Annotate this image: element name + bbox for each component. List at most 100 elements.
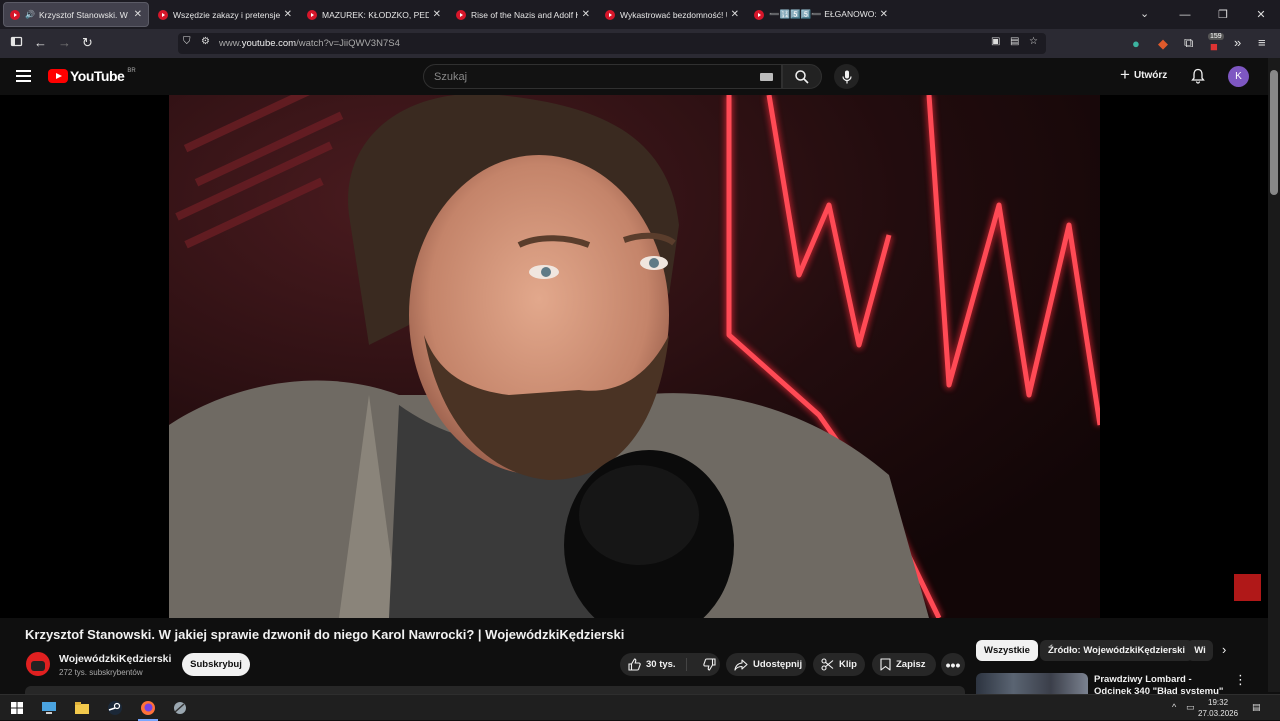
like-button[interactable]: 30 tys.	[620, 653, 720, 676]
app-icon[interactable]	[172, 700, 188, 716]
extension-icon[interactable]: ◆	[1158, 36, 1168, 52]
keyboard-icon[interactable]	[760, 73, 773, 81]
picture-in-picture-icon[interactable]: ▣	[991, 36, 1000, 47]
channel-name[interactable]: WojewódzkiKędzierski	[59, 653, 171, 665]
firefox-icon[interactable]	[140, 700, 156, 716]
search-icon	[795, 69, 809, 84]
logo-text: YouTube	[70, 68, 125, 84]
create-button[interactable]: + Utwórz	[1120, 65, 1168, 84]
minimize-icon[interactable]: —	[1166, 9, 1204, 21]
subscriber-count: 272 tys. subskrybentów	[59, 668, 143, 677]
tab-title: MAZUREK: KŁODZKO, PEDOFILIA	[322, 9, 429, 20]
subscribe-button[interactable]: Subskrybuj	[182, 653, 250, 676]
tab-title: Wykastrować bezdomność! Ustawa	[620, 9, 727, 20]
youtube-favicon-icon	[754, 9, 764, 20]
tab-title: Krzysztof Stanowski. W jakiej sprawie dz…	[38, 9, 130, 20]
plus-icon: +	[1120, 65, 1130, 84]
share-arrow-icon	[734, 658, 748, 671]
scissors-icon	[821, 658, 834, 671]
audio-playing-icon[interactable]: 🔊	[25, 10, 35, 19]
youtube-logo[interactable]: YouTube BR	[48, 68, 136, 84]
address-bar[interactable]: ⛉ ⚙ www.youtube.com/watch?v=JiiQWV3N7S4 …	[178, 33, 1046, 54]
computer-icon[interactable]	[41, 700, 57, 716]
notification-center-icon[interactable]: ▤	[1252, 702, 1261, 713]
more-actions-button[interactable]: •••	[941, 653, 965, 676]
notifications-bell-icon[interactable]	[1191, 68, 1205, 89]
reload-icon[interactable]: ↻	[82, 35, 93, 51]
save-button[interactable]: Zapisz	[872, 653, 936, 676]
channel-watermark[interactable]	[1234, 574, 1261, 601]
windows-start-icon[interactable]	[9, 700, 25, 716]
tab-title: ➖🔢5️⃣5️⃣➖ EŁGANOWO: D	[769, 9, 876, 19]
close-tab-icon[interactable]: ✕	[880, 9, 888, 20]
account-avatar[interactable]: K	[1228, 66, 1249, 87]
more-dots-icon: •••	[945, 656, 961, 673]
scrollbar-thumb[interactable]	[1270, 70, 1278, 195]
extensions-puzzle-icon[interactable]: ⧉	[1184, 35, 1193, 51]
steam-icon[interactable]	[107, 700, 123, 716]
browser-tab[interactable]: Wszędzie zakazy i pretensje! Ludzie ✕	[152, 2, 298, 27]
recommendation-title[interactable]: Prawdziwy Lombard - Odcinek 340 "Błąd sy…	[1094, 674, 1224, 694]
browser-tab[interactable]: 🔊 Krzysztof Stanowski. W jakiej sprawie …	[3, 2, 149, 27]
url-text[interactable]: www.youtube.com/watch?v=JiiQWV3N7S4	[219, 38, 400, 49]
forward-arrow-icon[interactable]: →	[58, 35, 71, 51]
youtube-favicon-icon	[307, 9, 317, 20]
permissions-icon[interactable]: ⚙	[201, 36, 210, 47]
file-explorer-icon[interactable]	[74, 700, 90, 716]
youtube-favicon-icon	[605, 9, 615, 20]
chips-next-chevron-icon[interactable]: ›	[1222, 642, 1226, 657]
bookmark-star-icon[interactable]: ☆	[1029, 36, 1038, 47]
close-tab-icon[interactable]: ✕	[582, 9, 590, 20]
create-label: Utwórz	[1133, 69, 1168, 81]
taskbar-clock[interactable]: 19:32 27.03.2026	[1198, 697, 1238, 719]
tab-list-chevron-icon[interactable]: ⌄	[1140, 7, 1149, 20]
share-label: Udostępnij	[753, 659, 803, 670]
chip-all[interactable]: Wszystkie	[976, 640, 1038, 661]
clip-button[interactable]: Klip	[813, 653, 865, 676]
voice-search-button[interactable]	[834, 64, 859, 89]
clip-label: Klip	[839, 659, 857, 670]
overflow-chevron-icon[interactable]: »	[1234, 35, 1241, 51]
browser-tab[interactable]: MAZUREK: KŁODZKO, PEDOFILIA ✕	[301, 2, 447, 27]
reader-view-icon[interactable]: ▤	[1010, 36, 1019, 47]
page-scrollbar[interactable]	[1268, 58, 1280, 692]
channel-avatar[interactable]	[26, 652, 50, 676]
menu-hamburger-icon[interactable]: ≡	[1258, 35, 1266, 51]
close-tab-icon[interactable]: ✕	[284, 9, 292, 20]
youtube-masthead: YouTube BR + Utwórz K	[0, 58, 1268, 95]
close-tab-icon[interactable]: ✕	[433, 9, 441, 20]
youtube-play-icon	[48, 69, 68, 83]
recommendation-thumbnail[interactable]	[976, 673, 1088, 695]
browser-tab[interactable]: Rise of the Nazis and Adolf Hitler ✕	[450, 2, 596, 27]
country-code: BR	[127, 68, 136, 74]
browser-tab[interactable]: Wykastrować bezdomność! Ustawa ✕	[599, 2, 745, 27]
sidebar-toggle-icon[interactable]	[10, 35, 23, 52]
recommendation-menu-icon[interactable]: ⋮	[1234, 672, 1247, 688]
shield-icon[interactable]: ⛉	[183, 36, 191, 47]
like-count: 30 tys.	[646, 659, 676, 670]
tray-chevron-icon[interactable]: ^	[1172, 702, 1176, 712]
video-player[interactable]	[0, 95, 1268, 618]
close-tab-icon[interactable]: ✕	[134, 9, 142, 20]
close-window-icon[interactable]: ✕	[1242, 8, 1280, 21]
browser-tab[interactable]: ➖🔢5️⃣5️⃣➖ EŁGANOWO: D ✕	[748, 2, 894, 27]
share-button[interactable]: Udostępnij	[726, 653, 806, 676]
microphone-icon	[841, 70, 852, 83]
search-input[interactable]	[424, 65, 744, 88]
description-box[interactable]	[25, 686, 965, 694]
close-tab-icon[interactable]: ✕	[731, 9, 739, 20]
back-arrow-icon[interactable]: ←	[34, 35, 47, 51]
guide-menu-icon[interactable]	[16, 70, 31, 82]
chip-source-channel[interactable]: Źródło: WojewódzkiKędzierski	[1040, 640, 1194, 661]
video-frame[interactable]	[169, 95, 1100, 618]
ublock-icon[interactable]: ■	[1210, 39, 1218, 55]
dislike-button[interactable]	[695, 658, 721, 674]
save-label: Zapisz	[896, 659, 926, 670]
vpn-extension-icon[interactable]: ●	[1132, 36, 1140, 52]
restore-icon[interactable]: ❐	[1204, 8, 1242, 21]
chip-partial[interactable]: Wi	[1187, 640, 1213, 661]
tab-title: Wszędzie zakazy i pretensje! Ludzie	[173, 9, 280, 20]
like-divider	[686, 658, 687, 671]
network-icon[interactable]: ▭	[1186, 702, 1195, 713]
search-button[interactable]	[782, 64, 822, 89]
